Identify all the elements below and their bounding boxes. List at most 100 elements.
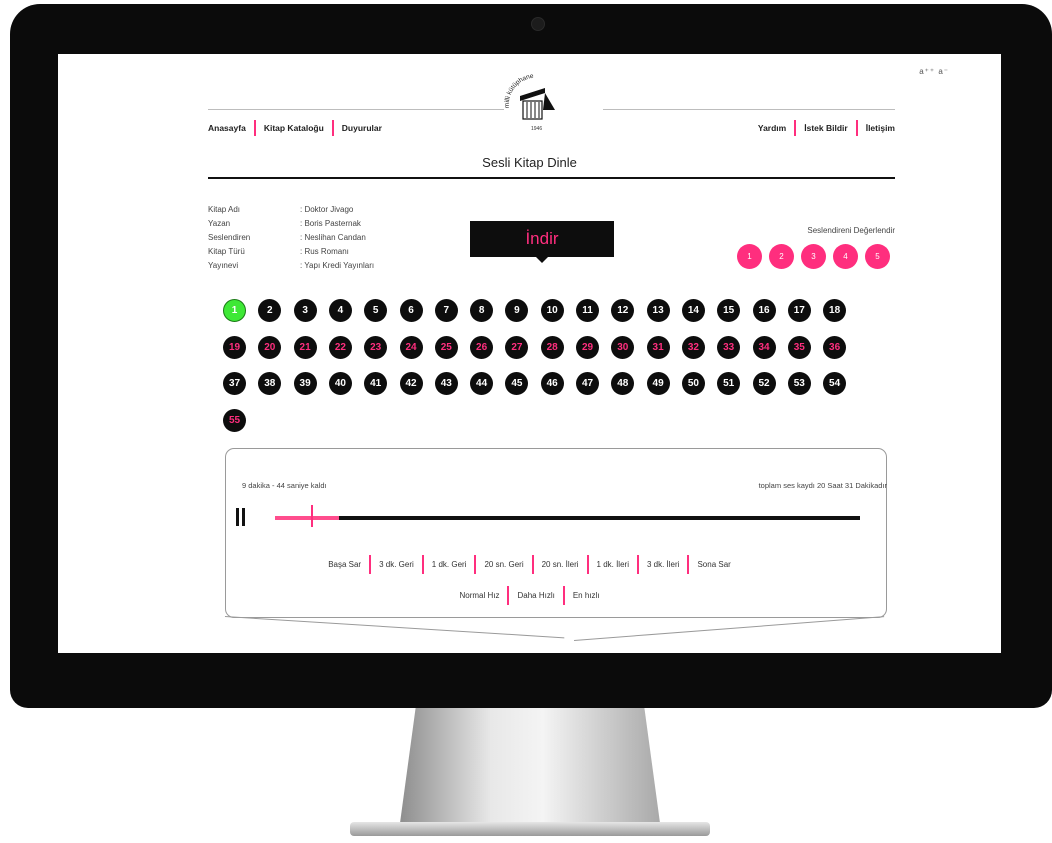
info-label: Kitap Adı bbox=[208, 205, 241, 214]
chapter-button-19[interactable]: 19 bbox=[223, 335, 246, 359]
seek-button-1dk-geri[interactable]: 1 dk. Geri bbox=[432, 560, 467, 569]
chapter-button-42[interactable]: 42 bbox=[399, 372, 423, 395]
chapter-button-48[interactable]: 48 bbox=[611, 372, 635, 395]
chapter-button-22[interactable]: 22 bbox=[328, 335, 352, 359]
chapter-button-7[interactable]: 7 bbox=[434, 299, 458, 322]
seek-button-3dk-geri[interactable]: 3 dk. Geri bbox=[379, 560, 414, 569]
chapter-button-25[interactable]: 25 bbox=[434, 335, 458, 359]
chapter-button-1[interactable]: 1 bbox=[223, 299, 246, 322]
download-callout: İndir bbox=[470, 221, 614, 263]
chapter-button-32[interactable]: 32 bbox=[681, 335, 705, 359]
chapter-button-44[interactable]: 44 bbox=[470, 372, 494, 395]
chapter-button-26[interactable]: 26 bbox=[470, 335, 494, 359]
rating-group: 1 2 3 4 5 bbox=[737, 244, 890, 269]
nav-item-yardim[interactable]: Yardım bbox=[758, 123, 786, 133]
chapter-button-18[interactable]: 18 bbox=[823, 299, 847, 322]
seek-button-20sn-geri[interactable]: 20 sn. Geri bbox=[484, 560, 523, 569]
logo-arc-text: milli kütüphane bbox=[504, 73, 535, 108]
seek-button-3dk-ileri[interactable]: 3 dk. İleri bbox=[647, 560, 679, 569]
chapter-button-35[interactable]: 35 bbox=[787, 335, 811, 359]
chapter-button-17[interactable]: 17 bbox=[787, 299, 811, 322]
info-row: Kitap Adı: Doktor Jivago bbox=[208, 203, 374, 217]
speed-button-faster[interactable]: Daha Hızlı bbox=[517, 591, 554, 600]
chapter-button-16[interactable]: 16 bbox=[752, 299, 776, 322]
chapter-button-24[interactable]: 24 bbox=[399, 335, 423, 359]
chapter-button-2[interactable]: 2 bbox=[258, 299, 282, 322]
seek-button-20sn-ileri[interactable]: 20 sn. İleri bbox=[542, 560, 579, 569]
chapter-button-47[interactable]: 47 bbox=[576, 372, 599, 395]
chapter-button-49[interactable]: 49 bbox=[646, 372, 670, 395]
chapter-button-13[interactable]: 13 bbox=[646, 299, 670, 322]
chapter-button-45[interactable]: 45 bbox=[505, 372, 529, 395]
chapter-button-46[interactable]: 46 bbox=[540, 372, 564, 395]
chapter-button-14[interactable]: 14 bbox=[681, 299, 705, 322]
info-row: Yayınevi: Yapı Kredi Yayınları bbox=[208, 259, 374, 273]
chapter-button-27[interactable]: 27 bbox=[505, 335, 529, 359]
chapter-button-8[interactable]: 8 bbox=[470, 299, 494, 322]
rating-option-2[interactable]: 2 bbox=[769, 244, 794, 269]
chapter-button-31[interactable]: 31 bbox=[646, 335, 670, 359]
rating-option-3[interactable]: 3 bbox=[801, 244, 826, 269]
seek-button-sona-sar[interactable]: Sona Sar bbox=[697, 560, 730, 569]
chapter-button-4[interactable]: 4 bbox=[328, 299, 352, 322]
chapter-button-12[interactable]: 12 bbox=[611, 299, 635, 322]
chapter-button-38[interactable]: 38 bbox=[258, 372, 282, 395]
chapter-button-10[interactable]: 10 bbox=[540, 299, 564, 322]
chapter-button-15[interactable]: 15 bbox=[717, 299, 741, 322]
chapter-button-36[interactable]: 36 bbox=[823, 335, 847, 359]
chapter-button-29[interactable]: 29 bbox=[576, 335, 599, 359]
control-divider bbox=[369, 555, 372, 574]
chapter-button-54[interactable]: 54 bbox=[823, 372, 847, 395]
chapter-button-20[interactable]: 20 bbox=[258, 335, 282, 359]
nav-item-kitap-katalogu[interactable]: Kitap Kataloğu bbox=[264, 123, 324, 133]
download-button[interactable]: İndir bbox=[470, 221, 614, 257]
chapter-button-30[interactable]: 30 bbox=[611, 335, 635, 359]
chapter-button-23[interactable]: 23 bbox=[364, 335, 388, 359]
info-label: Yazan bbox=[208, 219, 231, 228]
progress-track[interactable] bbox=[275, 516, 860, 520]
info-label: Seslendiren bbox=[208, 233, 251, 242]
chapter-button-52[interactable]: 52 bbox=[752, 372, 776, 395]
speed-button-normal[interactable]: Normal Hız bbox=[459, 591, 499, 600]
chapter-button-9[interactable]: 9 bbox=[505, 299, 529, 322]
seek-button-basa-sar[interactable]: Başa Sar bbox=[328, 560, 361, 569]
chapter-button-37[interactable]: 37 bbox=[223, 372, 246, 395]
chapter-button-41[interactable]: 41 bbox=[364, 372, 388, 395]
nav-item-istek-bildir[interactable]: İstek Bildir bbox=[804, 123, 847, 133]
info-value: : Yapı Kredi Yayınları bbox=[300, 261, 375, 270]
info-value: : Boris Pasternak bbox=[300, 219, 361, 228]
chapter-button-33[interactable]: 33 bbox=[717, 335, 741, 359]
font-size-controls[interactable]: a⁺⁺ a⁻ bbox=[919, 67, 949, 76]
rating-option-5[interactable]: 5 bbox=[865, 244, 890, 269]
chapter-button-5[interactable]: 5 bbox=[364, 299, 388, 322]
rating-option-4[interactable]: 4 bbox=[833, 244, 858, 269]
progress-handle[interactable] bbox=[311, 505, 314, 527]
pause-icon[interactable] bbox=[236, 508, 246, 526]
info-value: : Neslihan Candan bbox=[300, 233, 366, 242]
chapter-button-6[interactable]: 6 bbox=[399, 299, 423, 322]
chapter-button-3[interactable]: 3 bbox=[293, 299, 317, 322]
chapter-button-50[interactable]: 50 bbox=[681, 372, 705, 395]
chapter-button-21[interactable]: 21 bbox=[293, 335, 317, 359]
chapter-button-43[interactable]: 43 bbox=[434, 372, 458, 395]
seek-button-1dk-ileri[interactable]: 1 dk. İleri bbox=[597, 560, 629, 569]
chapter-button-51[interactable]: 51 bbox=[717, 372, 741, 395]
control-divider bbox=[531, 555, 534, 574]
speed-button-fastest[interactable]: En hızlı bbox=[573, 591, 600, 600]
chapter-button-28[interactable]: 28 bbox=[540, 335, 564, 359]
nav-item-iletisim[interactable]: İletişim bbox=[866, 123, 895, 133]
nav-item-duyurular[interactable]: Duyurular bbox=[342, 123, 382, 133]
chapter-button-34[interactable]: 34 bbox=[752, 335, 776, 359]
page-title: Sesli Kitap Dinle bbox=[482, 155, 577, 170]
nav-item-anasayfa[interactable]: Anasayfa bbox=[208, 123, 246, 133]
logo-roof bbox=[520, 88, 545, 101]
chapter-button-11[interactable]: 11 bbox=[576, 299, 599, 322]
library-logo[interactable]: milli kütüphane 1946 bbox=[501, 72, 571, 137]
rating-option-1[interactable]: 1 bbox=[737, 244, 762, 269]
chapter-button-39[interactable]: 39 bbox=[293, 372, 317, 395]
title-rule bbox=[208, 177, 895, 179]
chapter-button-53[interactable]: 53 bbox=[787, 372, 811, 395]
nav-rule-right bbox=[603, 109, 895, 110]
chapter-button-40[interactable]: 40 bbox=[328, 372, 352, 395]
chapter-button-55[interactable]: 55 bbox=[223, 408, 246, 432]
